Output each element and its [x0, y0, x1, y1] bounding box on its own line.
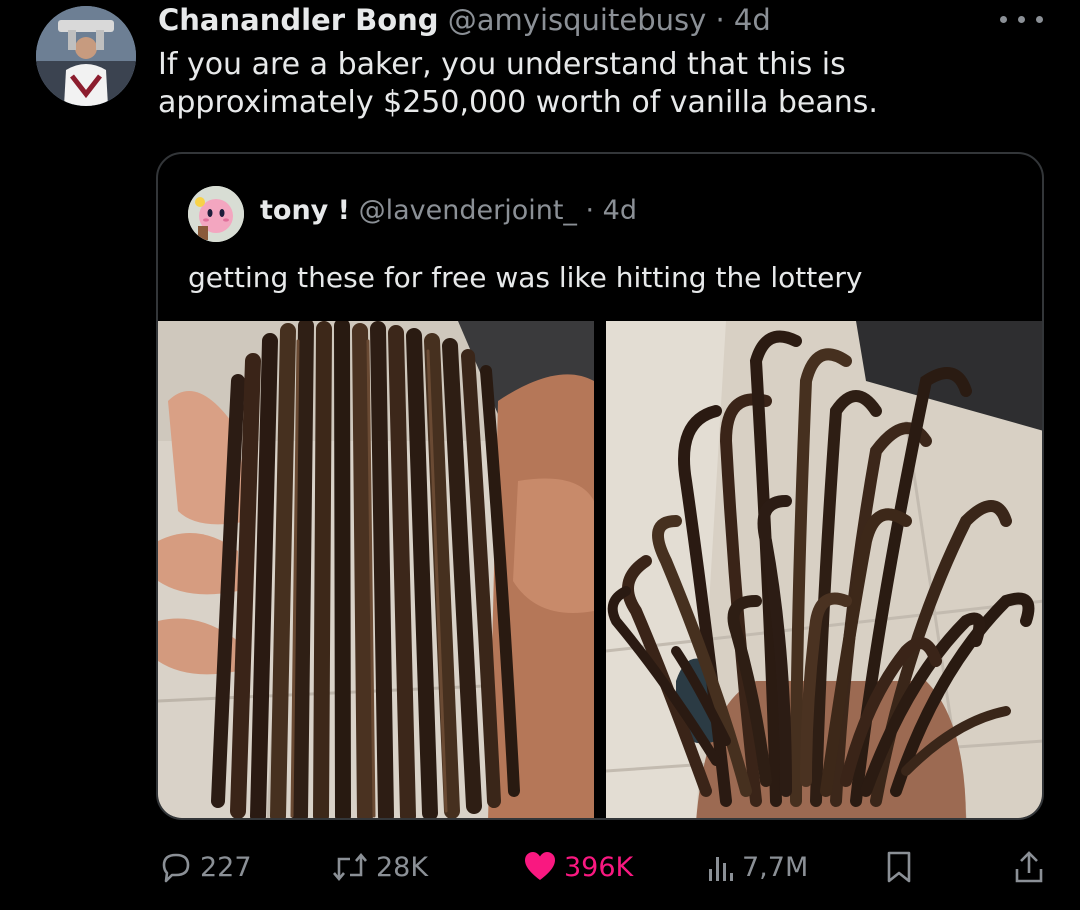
tweet-text: If you are a baker, you understand that … — [158, 47, 878, 120]
retweet-button[interactable]: 28K — [330, 842, 428, 892]
share-button[interactable] — [1012, 842, 1052, 892]
author-handle[interactable]: @amyisquitebusy — [448, 3, 706, 37]
quote-time[interactable]: · 4d — [586, 195, 637, 226]
like-count: 396K — [564, 851, 634, 883]
views-icon — [709, 857, 733, 881]
retweet-count: 28K — [376, 851, 429, 883]
quote-author-name[interactable]: tony ! — [260, 195, 350, 226]
views-count: 7,7M — [742, 851, 809, 883]
quote-text: getting these for free was like hitting … — [188, 261, 863, 294]
tweet[interactable]: Chanandler Bong @amyisquitebusy · 4d If … — [0, 0, 1080, 910]
quote-tweet-card[interactable]: tony ! @lavenderjoint_ · 4d getting thes… — [156, 152, 1044, 820]
reply-icon — [162, 853, 190, 883]
more-icon[interactable] — [1000, 10, 1050, 30]
tweet-header: Chanandler Bong @amyisquitebusy · 4d — [158, 2, 771, 38]
bookmark-button[interactable] — [884, 842, 920, 892]
photo-vanilla-beans-straight[interactable] — [158, 321, 594, 818]
tweet-time[interactable]: · 4d — [715, 3, 770, 37]
retweet-icon — [333, 852, 367, 882]
quote-author-avatar[interactable] — [188, 186, 244, 242]
bookmark-icon — [887, 851, 911, 883]
reply-count: 227 — [200, 851, 252, 883]
tweet-actions: 227 28K 396K 7,7M — [0, 842, 1080, 892]
author-avatar[interactable] — [36, 6, 136, 106]
author-name[interactable]: Chanandler Bong — [158, 3, 439, 37]
quote-author-handle[interactable]: @lavenderjoint_ — [359, 195, 577, 226]
like-icon — [525, 852, 555, 880]
like-button[interactable]: 396K — [522, 842, 633, 892]
share-icon — [1015, 851, 1043, 883]
reply-button[interactable]: 227 — [158, 842, 252, 892]
quote-header: tony ! @lavenderjoint_ · 4d — [260, 194, 637, 228]
photo-vanilla-beans-tips[interactable] — [606, 321, 1042, 818]
views-button[interactable]: 7,7M — [706, 842, 808, 892]
